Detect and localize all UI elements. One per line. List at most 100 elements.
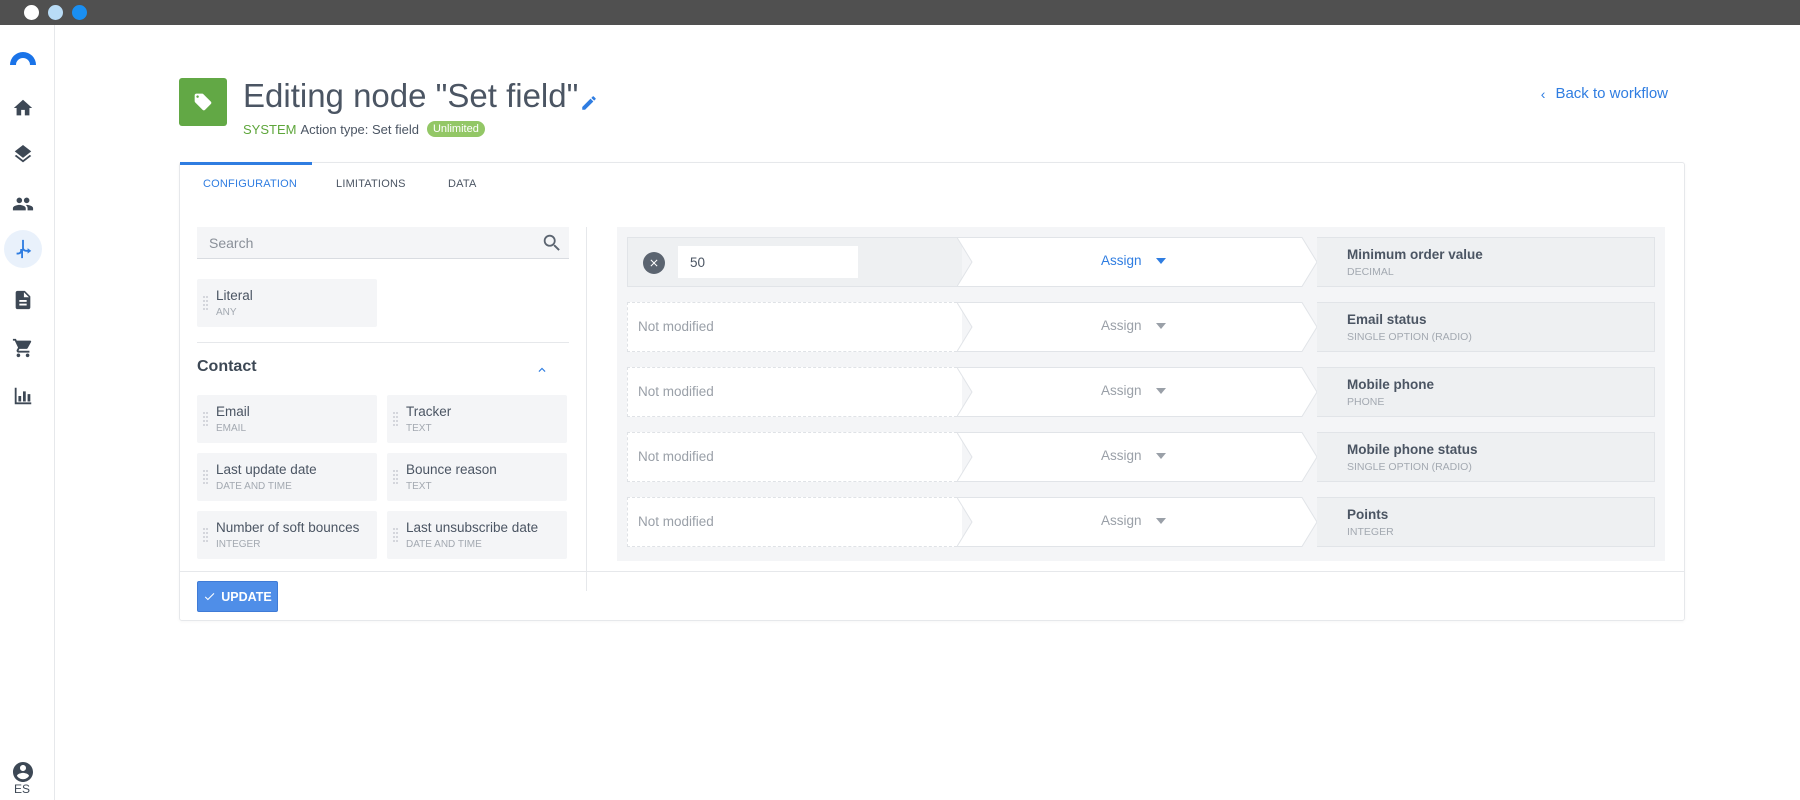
operation-cell: Assign: [957, 367, 1317, 417]
source-value-cell[interactable]: Not modified: [627, 497, 962, 547]
operation-label: Assign: [1101, 253, 1142, 268]
language-switcher[interactable]: ES: [14, 782, 30, 796]
sidebar-item-commerce[interactable]: [9, 334, 37, 362]
sidebar-item-contacts[interactable]: [9, 190, 37, 218]
action-type-label: Action type: Set field: [300, 121, 419, 137]
source-value-cell[interactable]: Not modified: [627, 432, 962, 482]
field-chip-last-update-date[interactable]: Last update date DATE AND TIME: [197, 453, 377, 501]
update-button[interactable]: UPDATE: [197, 581, 278, 612]
update-button-label: UPDATE: [221, 589, 272, 604]
mapping-row: Not modified Assign Email status SINGLE …: [627, 302, 1655, 352]
check-icon: [205, 593, 215, 601]
mapping-row: Assign Minimum order value DECIMAL: [627, 237, 1655, 287]
tab-configuration[interactable]: CONFIGURATION: [180, 162, 312, 205]
operation-label: Assign: [1101, 448, 1142, 463]
window-titlebar: [0, 0, 1800, 25]
target-field-name: Email status: [1347, 312, 1427, 327]
layers-icon: [14, 145, 32, 163]
source-value-cell[interactable]: [627, 237, 962, 287]
operation-select[interactable]: Assign: [1101, 448, 1166, 463]
caret-down-icon: [1155, 452, 1166, 459]
app-logo-icon[interactable]: [8, 45, 38, 65]
operation-select[interactable]: Assign: [1101, 253, 1166, 268]
tab-data[interactable]: DATA: [424, 163, 501, 205]
sidebar: ES: [0, 25, 55, 800]
operation-select[interactable]: Assign: [1101, 318, 1166, 333]
page-title: Editing node "Set field": [243, 77, 579, 114]
operation-select[interactable]: Assign: [1101, 513, 1166, 528]
field-type: INTEGER: [216, 539, 261, 550]
field-type: TEXT: [406, 423, 432, 434]
operation-label: Assign: [1101, 318, 1142, 333]
drag-handle-icon[interactable]: [203, 470, 209, 484]
search-input[interactable]: [197, 227, 527, 259]
divider: [197, 342, 569, 343]
field-name: Literal: [216, 288, 253, 303]
edit-title-icon[interactable]: [580, 94, 598, 112]
field-chip-last-unsubscribe-date[interactable]: Last unsubscribe date DATE AND TIME: [387, 511, 567, 559]
not-modified-placeholder: Not modified: [638, 319, 714, 334]
sidebar-item-home[interactable]: [9, 94, 37, 122]
target-field-name: Mobile phone: [1347, 377, 1434, 392]
sidebar-item-reports[interactable]: [9, 382, 37, 410]
sidebar-item-layers[interactable]: [9, 142, 37, 170]
field-chip-bounce-reason[interactable]: Bounce reason TEXT: [387, 453, 567, 501]
tag-icon: [194, 93, 212, 111]
caret-down-icon: [1155, 517, 1166, 524]
chart-icon: [14, 387, 32, 405]
not-modified-placeholder: Not modified: [638, 384, 714, 399]
drag-handle-icon[interactable]: [203, 296, 209, 310]
chevron-up-icon[interactable]: [535, 363, 549, 377]
cart-icon: [12, 338, 32, 358]
drag-handle-icon[interactable]: [393, 528, 399, 542]
operation-cell: Assign: [957, 432, 1317, 482]
window-close-button[interactable]: [24, 5, 39, 20]
sidebar-item-workflows[interactable]: [4, 230, 42, 268]
source-value-cell[interactable]: Not modified: [627, 302, 962, 352]
caret-down-icon: [1155, 387, 1166, 394]
operation-label: Assign: [1101, 383, 1142, 398]
operation-label: Assign: [1101, 513, 1142, 528]
back-to-workflow-link[interactable]: ‹ Back to workflow: [1541, 85, 1668, 102]
sidebar-item-documents[interactable]: [9, 286, 37, 314]
document-icon: [15, 290, 31, 310]
drag-handle-icon[interactable]: [203, 528, 209, 542]
drag-handle-icon[interactable]: [393, 412, 399, 426]
drag-handle-icon[interactable]: [393, 470, 399, 484]
limit-badge: Unlimited: [426, 121, 485, 137]
field-name: Last update date: [216, 462, 317, 477]
target-field-type: INTEGER: [1347, 526, 1394, 538]
mapping-row: Not modified Assign Mobile phone status …: [627, 432, 1655, 482]
field-name: Bounce reason: [406, 462, 497, 477]
operation-cell: Assign: [957, 237, 1317, 287]
footer-divider: [180, 571, 1684, 572]
target-field-name: Minimum order value: [1347, 247, 1483, 262]
caret-down-icon: [1155, 257, 1166, 264]
field-chip-email[interactable]: Email EMAIL: [197, 395, 377, 443]
user-account-icon[interactable]: [11, 760, 35, 784]
field-type: DATE AND TIME: [406, 539, 482, 550]
target-field-type: DECIMAL: [1347, 266, 1394, 278]
node-editor-card: CONFIGURATION LIMITATIONS DATA Literal A…: [179, 162, 1685, 621]
literal-value-input[interactable]: [678, 246, 858, 278]
target-field-cell: Email status SINGLE OPTION (RADIO): [1317, 302, 1655, 352]
people-icon: [12, 197, 34, 211]
back-link-label: Back to workflow: [1555, 85, 1668, 102]
target-field-type: SINGLE OPTION (RADIO): [1347, 461, 1472, 473]
search-icon[interactable]: [541, 232, 563, 254]
operation-select[interactable]: Assign: [1101, 383, 1166, 398]
field-chip-tracker[interactable]: Tracker TEXT: [387, 395, 567, 443]
node-meta: SYSTEM Action type: Set field Unlimited: [243, 121, 485, 137]
target-field-type: SINGLE OPTION (RADIO): [1347, 331, 1472, 343]
clear-value-icon[interactable]: [643, 252, 665, 274]
window-minimize-button[interactable]: [48, 5, 63, 20]
field-chip-literal[interactable]: Literal ANY: [197, 279, 377, 327]
tab-limitations[interactable]: LIMITATIONS: [312, 163, 424, 205]
field-chip-soft-bounces[interactable]: Number of soft bounces INTEGER: [197, 511, 377, 559]
window-maximize-button[interactable]: [72, 5, 87, 20]
field-name: Email: [216, 404, 250, 419]
source-value-cell[interactable]: Not modified: [627, 367, 962, 417]
home-icon: [13, 99, 33, 116]
drag-handle-icon[interactable]: [203, 412, 209, 426]
workflow-icon: [16, 239, 32, 259]
